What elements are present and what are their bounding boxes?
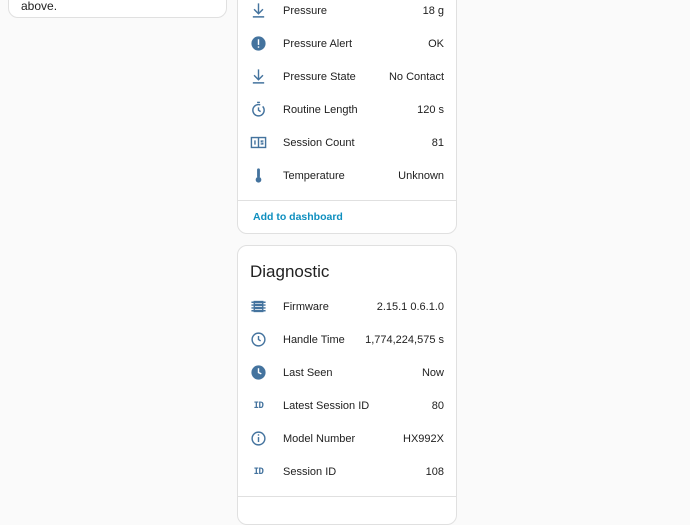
entity-label: Routine Length [283, 103, 358, 116]
counter-icon [250, 134, 267, 151]
entity-label: Latest Session ID [283, 399, 370, 412]
entity-label: Pressure Alert [283, 37, 353, 50]
entity-label: Temperature [283, 169, 345, 182]
entity-value: 81 [431, 136, 444, 149]
entity-row-firmware[interactable]: Firmware 2.15.1 0.6.1.0 [238, 290, 456, 323]
entity-value: 108 [425, 465, 444, 478]
entity-value: OK [428, 37, 444, 50]
entity-label: Pressure State [283, 70, 356, 83]
clock-outline-icon [250, 331, 267, 348]
entity-value: 1,774,224,575 s [365, 333, 444, 346]
diagnostic-card: Diagnostic Firmware 2.15.1 0.6.1.0 Handl… [237, 245, 457, 525]
entity-label: Pressure [283, 4, 328, 17]
alert-circle-icon [250, 35, 267, 52]
entity-value: 120 s [417, 103, 444, 116]
entity-value: 80 [431, 399, 444, 412]
entity-row-latest-session-id[interactable]: ID Latest Session ID 80 [238, 389, 456, 422]
timer-icon [250, 101, 267, 118]
clock-filled-icon [250, 364, 267, 381]
entity-row-model-number[interactable]: Model Number HX992X [238, 422, 456, 455]
sensors-card: Pressure 18 g Pressure Alert OK Pressure… [237, 0, 457, 234]
entity-label: Last Seen [283, 366, 333, 379]
left-card: above. [8, 0, 227, 18]
entity-label: Session ID [283, 465, 337, 478]
entity-value: No Contact [388, 70, 444, 83]
card-divider [238, 496, 456, 497]
entity-row-temperature[interactable]: Temperature Unknown [238, 159, 456, 192]
information-outline-icon [250, 430, 267, 447]
entity-value: 18 g [422, 4, 444, 17]
entity-label: Firmware [283, 300, 329, 313]
entity-value: Unknown [398, 169, 444, 182]
left-card-text: above. [21, 0, 58, 13]
entity-value: 2.15.1 0.6.1.0 [376, 300, 444, 313]
entity-row-pressure-state[interactable]: Pressure State No Contact [238, 60, 456, 93]
entity-label: Model Number [283, 432, 356, 445]
thermometer-icon [250, 167, 267, 184]
entity-row-last-seen[interactable]: Last Seen Now [238, 356, 456, 389]
card-divider [238, 200, 456, 201]
entity-row-routine-length[interactable]: Routine Length 120 s [238, 93, 456, 126]
card-title: Diagnostic [250, 262, 330, 281]
entity-row-pressure[interactable]: Pressure 18 g [238, 0, 456, 27]
entity-row-pressure-alert[interactable]: Pressure Alert OK [238, 27, 456, 60]
arrow-down-to-line-icon [250, 68, 267, 85]
memory-chip-icon [250, 298, 267, 315]
entity-value: Now [421, 366, 444, 379]
entity-row-session-count[interactable]: Session Count 81 [238, 126, 456, 159]
identifier-icon: ID [253, 466, 264, 477]
entity-value: HX992X [403, 432, 444, 445]
arrow-down-to-line-icon [250, 2, 267, 19]
entity-row-handle-time[interactable]: Handle Time 1,774,224,575 s [238, 323, 456, 356]
identifier-icon: ID [253, 400, 264, 411]
entity-label: Handle Time [283, 333, 345, 346]
entity-row-session-id[interactable]: ID Session ID 108 [238, 455, 456, 488]
add-to-dashboard-link[interactable]: Add to dashboard [253, 211, 343, 223]
entity-label: Session Count [283, 136, 355, 149]
